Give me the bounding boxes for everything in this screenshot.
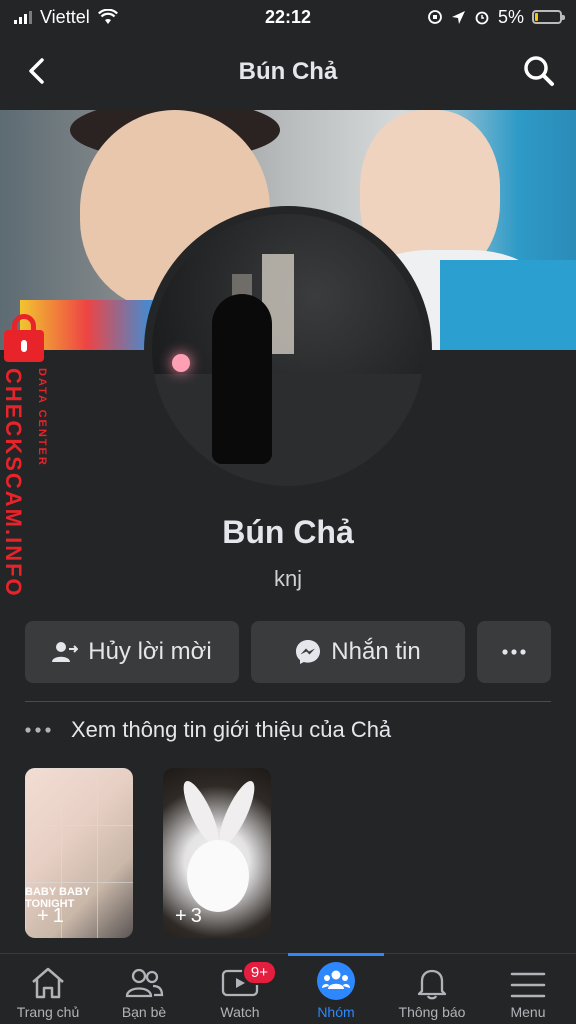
featured-highlights: BABY BABY TONIGHT +1 +3 (25, 768, 271, 938)
watermark-text: CHECKSCAM.INFO (1, 368, 26, 598)
tab-notifications[interactable]: Thông báo (384, 954, 480, 1024)
bell-icon (417, 969, 447, 1000)
battery-icon (532, 10, 565, 24)
highlight-item[interactable]: BABY BABY TONIGHT +1 (25, 768, 133, 938)
messenger-icon (296, 640, 321, 664)
search-icon[interactable] (522, 54, 556, 88)
tab-label: Nhóm (317, 1004, 355, 1020)
tab-menu[interactable]: Menu (480, 954, 576, 1024)
profile-picture[interactable] (144, 206, 432, 494)
tab-label: Watch (220, 1004, 260, 1020)
highlight-item[interactable]: +3 (163, 768, 271, 938)
tab-watch[interactable]: 9+ Watch (192, 954, 288, 1024)
groups-icon (317, 962, 355, 1000)
more-options-button[interactable] (477, 621, 551, 683)
cancel-request-button[interactable]: Hủy lời mời (25, 621, 239, 683)
message-label: Nhắn tin (331, 638, 421, 665)
signal-icon (14, 10, 32, 24)
intro-label: Xem thông tin giới thiệu của Chả (71, 717, 392, 742)
alarm-icon (475, 11, 489, 25)
top-navigation: Bún Chả (0, 34, 576, 110)
highlight-count: +1 (37, 905, 64, 927)
divider (25, 701, 551, 702)
tab-label: Menu (510, 1004, 546, 1020)
tab-groups[interactable]: Nhóm (288, 953, 384, 1024)
cancel-friend-request-icon (52, 642, 79, 662)
plus-icon: + (175, 905, 187, 927)
intro-link[interactable]: Xem thông tin giới thiệu của Chả (25, 712, 391, 748)
battery-percent: 5% (497, 6, 524, 27)
plus-icon: + (37, 905, 49, 927)
location-icon (451, 10, 465, 24)
profile-nickname: knj (273, 566, 303, 591)
home-icon (32, 967, 64, 999)
profile-actions: Hủy lời mời Nhắn tin (25, 621, 551, 683)
tab-label: Trang chủ (16, 1004, 80, 1020)
friends-icon (125, 968, 164, 998)
notification-badge: 9+ (241, 960, 278, 985)
message-button[interactable]: Nhắn tin (251, 621, 465, 683)
menu-icon (510, 972, 546, 998)
carrier-label: Viettel (40, 6, 90, 27)
watermark-subtext: DATA CENTER (36, 368, 48, 467)
status-left: Viettel (14, 7, 118, 28)
tab-label: Thông báo (398, 1004, 466, 1020)
back-arrow-icon[interactable] (22, 56, 52, 86)
page-title: Bún Chả (238, 58, 338, 85)
wifi-icon (97, 9, 118, 24)
tab-label: Bạn bè (121, 1004, 167, 1020)
bottom-tab-bar: Trang chủ Bạn bè 9+ Watch Nhóm Thông báo… (0, 953, 576, 1024)
more-dots-icon (502, 649, 526, 655)
more-dots-icon (25, 727, 51, 733)
profile-name: Bún Chả (222, 514, 354, 550)
cancel-request-label: Hủy lời mời (88, 638, 212, 665)
tab-friends[interactable]: Bạn bè (96, 954, 192, 1024)
status-bar: Viettel 22:12 5% (0, 0, 576, 34)
screen-lock-icon (428, 10, 442, 24)
tab-home[interactable]: Trang chủ (0, 954, 96, 1024)
highlight-count: +3 (175, 905, 202, 927)
status-right: 5% (427, 6, 565, 28)
